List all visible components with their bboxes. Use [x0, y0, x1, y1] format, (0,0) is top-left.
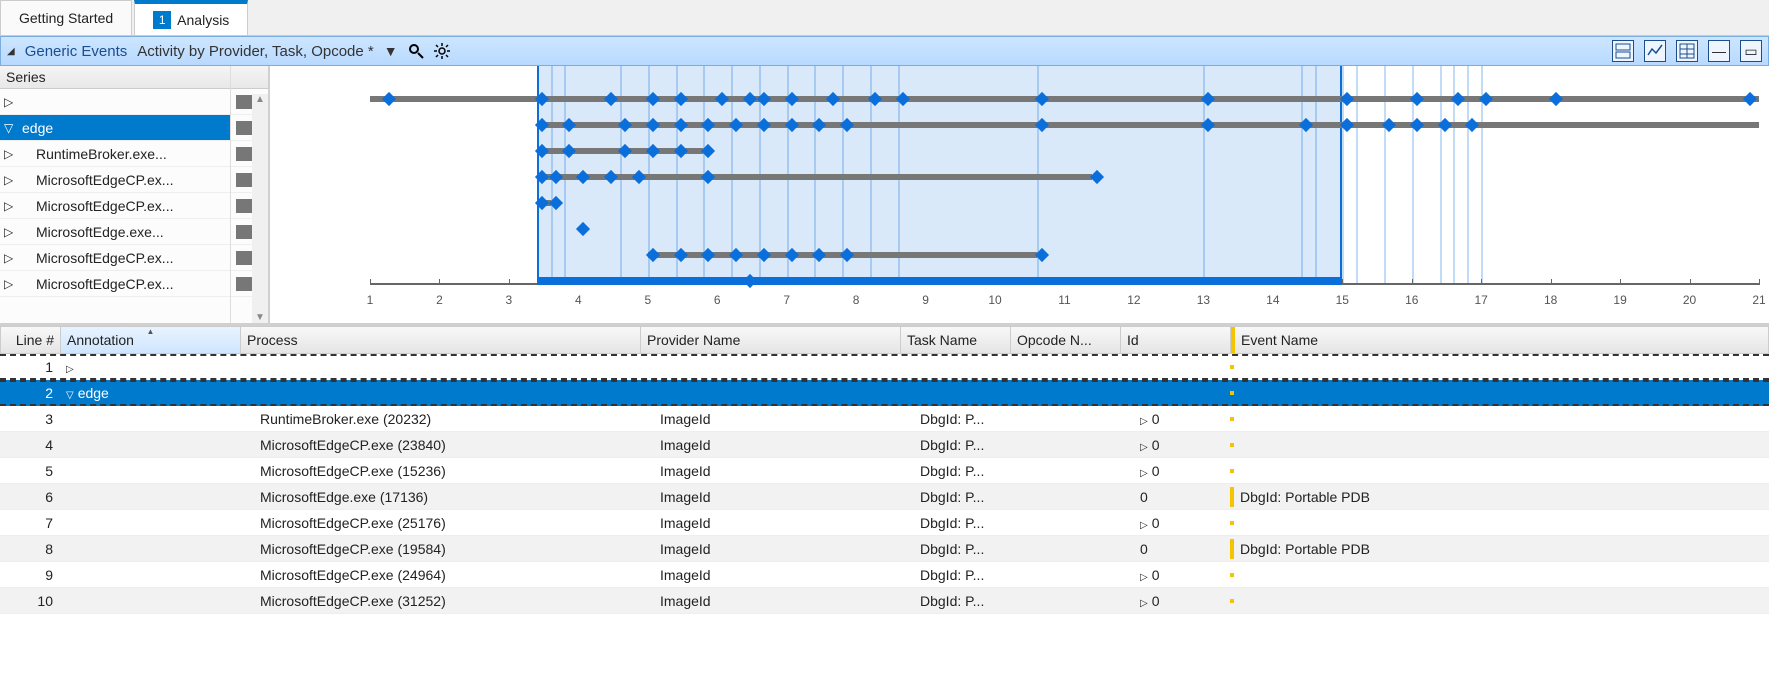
timeline-track [370, 242, 1759, 268]
col-annotation[interactable]: Annotation [61, 327, 241, 353]
tab-getting-started[interactable]: Getting Started [0, 0, 132, 35]
search-icon[interactable] [408, 43, 424, 59]
tab-label: Analysis [177, 12, 229, 28]
col-task[interactable]: Task Name [901, 327, 1011, 353]
table-row[interactable]: 6MicrosoftEdge.exe (17136)ImageIdDbgId: … [0, 484, 1769, 510]
col-provider[interactable]: Provider Name [641, 327, 901, 353]
toolbar-subtitle: Activity by Provider, Task, Opcode * [137, 43, 374, 60]
table-row[interactable]: 5MicrosoftEdgeCP.exe (15236)ImageIdDbgId… [0, 458, 1769, 484]
series-item[interactable]: ▷MicrosoftEdgeCP.ex... [0, 245, 230, 271]
tab-bar: Getting Started 1 Analysis [0, 0, 1769, 36]
table-row[interactable]: 10MicrosoftEdgeCP.exe (31252)ImageIdDbgI… [0, 588, 1769, 614]
tab-badge: 1 [153, 11, 171, 29]
series-item[interactable]: ▷RuntimeBroker.exe... [0, 141, 230, 167]
timeline-track [370, 190, 1759, 216]
view-both-button[interactable] [1612, 40, 1634, 62]
table-row[interactable]: 1▷ [0, 354, 1769, 380]
minimize-button[interactable]: — [1708, 40, 1730, 62]
series-item[interactable]: ▷MicrosoftEdgeCP.ex... [0, 271, 230, 297]
tab-analysis[interactable]: 1 Analysis [134, 0, 248, 35]
series-scrollbar[interactable]: ▲▼ [252, 94, 268, 323]
series-item[interactable]: ▷MicrosoftEdgeCP.ex... [0, 167, 230, 193]
timeline-track [370, 164, 1759, 190]
table-row[interactable]: 8MicrosoftEdgeCP.exe (19584)ImageIdDbgId… [0, 536, 1769, 562]
data-table: Line # Annotation Process Provider Name … [0, 326, 1769, 614]
timeline-track [370, 112, 1759, 138]
collapse-toggle[interactable]: ◢ [7, 46, 15, 57]
series-header: Series [0, 66, 230, 89]
col-event[interactable]: Event Name [1231, 327, 1768, 353]
maximize-button[interactable]: ▭ [1740, 40, 1762, 62]
col-id[interactable]: Id [1121, 327, 1231, 353]
preset-dropdown[interactable]: ▼ [384, 43, 398, 59]
timeline-track [370, 216, 1759, 242]
series-item[interactable]: ▷ [0, 89, 230, 115]
tab-label: Getting Started [19, 10, 113, 26]
table-row[interactable]: 2▽edge [0, 380, 1769, 406]
view-graph-button[interactable] [1644, 40, 1666, 62]
gear-icon[interactable] [434, 43, 450, 59]
table-row[interactable]: 7MicrosoftEdgeCP.exe (25176)ImageIdDbgId… [0, 510, 1769, 536]
table-row[interactable]: 9MicrosoftEdgeCP.exe (24964)ImageIdDbgId… [0, 562, 1769, 588]
toolbar-title: Generic Events [25, 43, 128, 60]
timeline-graph[interactable]: 123456789101112131415161718192021 [270, 66, 1769, 323]
analysis-toolbar: ◢ Generic Events Activity by Provider, T… [0, 36, 1769, 66]
table-header: Line # Annotation Process Provider Name … [0, 326, 1769, 354]
timeline-track [370, 86, 1759, 112]
col-opcode[interactable]: Opcode N... [1011, 327, 1121, 353]
table-row[interactable]: 3RuntimeBroker.exe (20232)ImageIdDbgId: … [0, 406, 1769, 432]
series-panel: Series ▷▽edge▷RuntimeBroker.exe...▷Micro… [0, 66, 270, 323]
col-process[interactable]: Process [241, 327, 641, 353]
col-line[interactable]: Line # [1, 327, 61, 353]
series-item[interactable]: ▽edge [0, 115, 230, 141]
time-ruler[interactable]: 123456789101112131415161718192021 [370, 283, 1759, 323]
series-item[interactable]: ▷MicrosoftEdgeCP.ex... [0, 193, 230, 219]
series-item[interactable]: ▷MicrosoftEdge.exe... [0, 219, 230, 245]
table-row[interactable]: 4MicrosoftEdgeCP.exe (23840)ImageIdDbgId… [0, 432, 1769, 458]
view-table-button[interactable] [1676, 40, 1698, 62]
timeline-track [370, 138, 1759, 164]
